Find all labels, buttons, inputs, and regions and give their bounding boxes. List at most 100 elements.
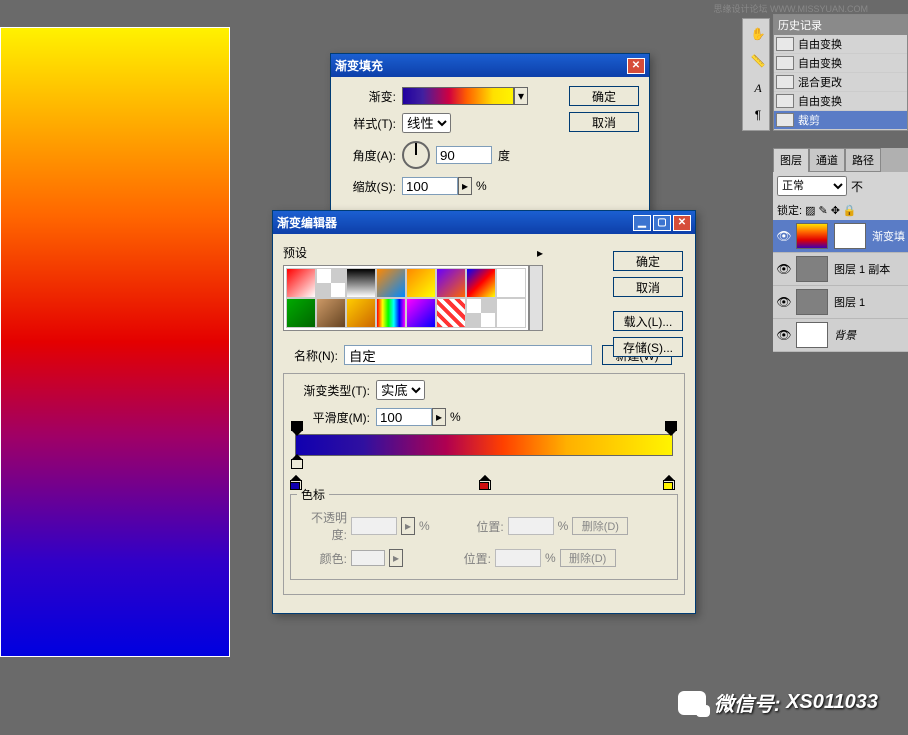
type-select[interactable]: 实底 <box>376 380 425 400</box>
scale-input[interactable] <box>402 177 458 195</box>
visibility-icon[interactable]: 👁 <box>775 328 793 342</box>
opacity-step-icon: ▸ <box>401 517 415 535</box>
maximize-icon[interactable]: ▢ <box>653 215 671 231</box>
angle-dial[interactable] <box>402 141 430 169</box>
history-label: 自由变换 <box>798 93 842 109</box>
cancel-button[interactable]: 取消 <box>613 277 683 297</box>
color-pos-label: 位置: <box>441 550 491 567</box>
history-title: 历史记录 <box>774 15 907 35</box>
wechat-icon <box>678 691 706 715</box>
visibility-icon[interactable]: 👁 <box>775 295 793 309</box>
gradient-bar[interactable]: .sb0::before{background:#1000b0} <box>295 434 673 456</box>
pct-label: % <box>476 179 487 193</box>
smooth-step-icon[interactable]: ▸ <box>432 408 446 426</box>
history-row[interactable]: 自由变换 <box>774 54 907 73</box>
layer-mask-thumb <box>834 223 866 249</box>
preset-label: 预设 <box>283 244 307 261</box>
close-icon[interactable]: ✕ <box>627 58 645 74</box>
visibility-icon[interactable]: 👁 <box>775 262 793 276</box>
canvas-gradient <box>0 27 230 657</box>
tab-layers[interactable]: 图层 <box>773 148 809 172</box>
cancel-button[interactable]: 取消 <box>569 112 639 132</box>
dialog-gradient-fill: 渐变填充 ✕ 确定 取消 渐变: ▾ 样式(T): 线性 角度(A): 度 缩放… <box>330 53 650 214</box>
angle-input[interactable] <box>436 146 492 164</box>
history-row[interactable]: 自由变换 <box>774 35 907 54</box>
save-button[interactable]: 存储(S)... <box>613 337 683 357</box>
fill-title: 渐变填充 <box>335 57 625 74</box>
gradient-dropdown-icon[interactable]: ▾ <box>514 87 528 105</box>
history-row[interactable]: 自由变换 <box>774 92 907 111</box>
layer-row[interactable]: 👁 渐变填 <box>773 220 908 253</box>
fill-titlebar[interactable]: 渐变填充 ✕ <box>331 54 649 77</box>
ok-button[interactable]: 确定 <box>569 86 639 106</box>
type-label: 渐变类型(T): <box>290 382 370 399</box>
delete-opacity-button: 删除(D) <box>572 517 628 535</box>
history-panel: 历史记录 自由变换自由变换混合更改自由变换裁剪 <box>773 14 908 131</box>
layer-label: 渐变填 <box>869 228 905 244</box>
vertical-toolbar: ✋ 📏 A ¶ <box>742 18 770 131</box>
lock-move-icon[interactable]: ✥ <box>831 204 840 217</box>
history-step-icon <box>776 37 794 51</box>
lock-row: 锁定: ▨ ✎ ✥ 🔒 <box>773 200 908 220</box>
visibility-icon[interactable]: 👁 <box>775 229 793 243</box>
history-label: 自由变换 <box>798 36 842 52</box>
gradient-bar-area: .sb0::before{background:#1000b0} <box>290 434 678 476</box>
lock-paint-icon[interactable]: ✎ <box>818 204 827 217</box>
color-swatch <box>351 550 385 566</box>
layer-thumb <box>796 289 828 315</box>
style-select[interactable]: 线性 <box>402 113 451 133</box>
type-icon[interactable]: A <box>746 76 770 100</box>
delete-color-button: 删除(D) <box>560 549 616 567</box>
editor-titlebar[interactable]: 渐变编辑器 ▁ ▢ ✕ <box>273 211 695 234</box>
opacity-glyph: 不 <box>851 178 863 195</box>
close-icon[interactable]: ✕ <box>673 215 691 231</box>
opacity-label: 不透明度: <box>297 509 347 543</box>
deg-label: 度 <box>498 147 510 164</box>
gradient-label: 渐变: <box>341 88 396 105</box>
history-row[interactable]: 裁剪 <box>774 111 907 130</box>
lock-label: 锁定: <box>777 202 802 218</box>
minimize-icon[interactable]: ▁ <box>633 215 651 231</box>
preset-scrollbar[interactable] <box>529 265 543 331</box>
pos-label: 位置: <box>454 518 504 535</box>
color-stop[interactable] <box>479 476 491 490</box>
load-button[interactable]: 载入(L)... <box>613 311 683 331</box>
layer-row[interactable]: 👁图层 1 <box>773 286 908 319</box>
layer-row[interactable]: 👁背景 <box>773 319 908 352</box>
layers-tabs: 图层 通道 路径 <box>773 148 908 172</box>
preset-section: 预设 ▸ <box>283 244 543 331</box>
opacity-input <box>351 517 397 535</box>
history-step-icon <box>776 94 794 108</box>
blend-mode-select[interactable]: 正常 <box>777 176 847 196</box>
hand-icon[interactable]: ✋ <box>746 22 770 46</box>
history-label: 混合更改 <box>798 74 842 90</box>
dialog-gradient-editor: 渐变编辑器 ▁ ▢ ✕ 确定 取消 载入(L)... 存储(S)... 预设 ▸ <box>272 210 696 614</box>
scale-label: 缩放(S): <box>341 178 396 195</box>
history-step-icon <box>776 75 794 89</box>
scale-step-icon[interactable]: ▸ <box>458 177 472 195</box>
name-input[interactable] <box>344 345 592 365</box>
ruler-icon[interactable]: 📏 <box>746 49 770 73</box>
tab-channels[interactable]: 通道 <box>809 148 845 172</box>
color-stop[interactable] <box>663 476 675 490</box>
ok-button[interactable]: 确定 <box>613 251 683 271</box>
history-row[interactable]: 混合更改 <box>774 73 907 92</box>
color-stop[interactable] <box>290 476 302 490</box>
lock-all-icon[interactable]: 🔒 <box>843 204 857 217</box>
preset-grid[interactable] <box>283 265 529 331</box>
layer-thumb <box>796 256 828 282</box>
preset-menu-icon[interactable]: ▸ <box>537 246 543 260</box>
lock-trans-icon[interactable]: ▨ <box>805 204 815 217</box>
gradient-swatch[interactable] <box>402 87 514 105</box>
opacity-pos-pct: % <box>558 519 569 533</box>
smooth-input[interactable] <box>376 408 432 426</box>
opacity-pos-input <box>508 517 554 535</box>
paragraph-icon[interactable]: ¶ <box>746 103 770 127</box>
tab-paths[interactable]: 路径 <box>845 148 881 172</box>
layer-thumb <box>796 223 828 249</box>
color-pos-pct: % <box>545 551 556 565</box>
smooth-pct: % <box>450 410 461 424</box>
layer-row[interactable]: 👁图层 1 副本 <box>773 253 908 286</box>
name-label: 名称(N): <box>283 347 338 364</box>
layer-thumb <box>796 322 828 348</box>
